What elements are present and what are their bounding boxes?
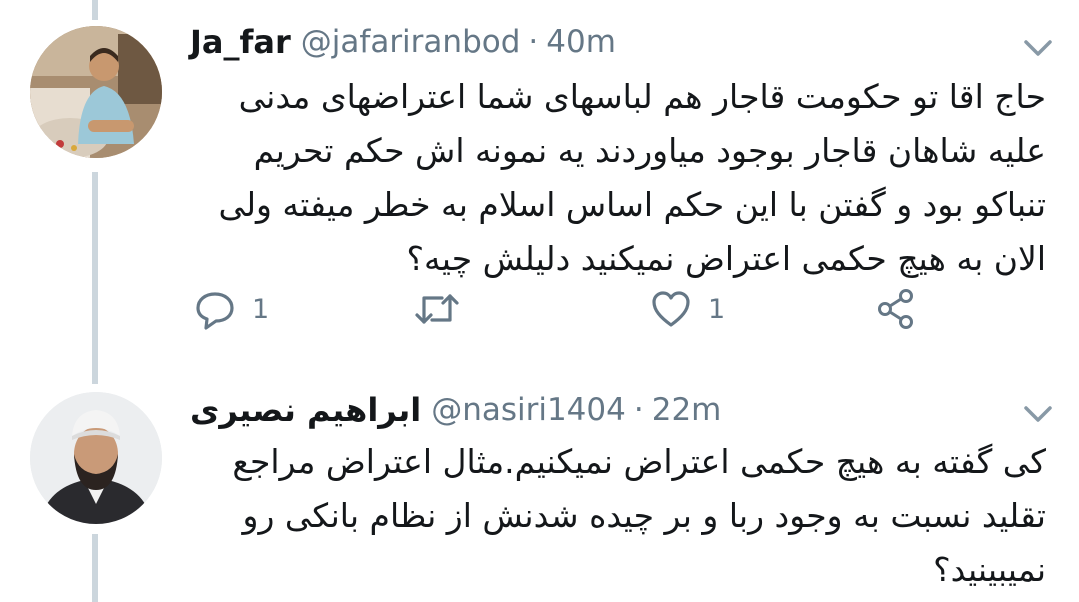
avatar-photo xyxy=(30,26,162,158)
tweet-header: Ja_far @jafariranbod · 40m xyxy=(190,18,616,66)
heart-icon xyxy=(652,291,690,327)
reply-icon xyxy=(196,292,234,330)
author-handle[interactable]: @jafariranbod xyxy=(301,24,521,60)
reply-button[interactable]: 1 xyxy=(194,288,269,330)
author-handle[interactable]: @nasiri1404 xyxy=(431,392,626,428)
author-name[interactable]: ابراهیم نصیری xyxy=(190,391,421,429)
like-button[interactable]: 1 xyxy=(650,288,725,330)
avatar[interactable] xyxy=(30,392,162,524)
timestamp[interactable]: 40m xyxy=(546,24,616,60)
avatar-photo xyxy=(30,392,162,524)
reply-count: 1 xyxy=(252,293,270,325)
tweet-header: ابراهیم نصیری @nasiri1404 · 22m xyxy=(190,386,721,434)
avatar[interactable] xyxy=(30,26,162,158)
timestamp[interactable]: 22m xyxy=(652,392,722,428)
tweet-text: کی گفته به هیچ حکمی اعتراض نمیکنیم.مثال … xyxy=(232,442,1046,589)
retweet-icon xyxy=(415,294,459,324)
author-name[interactable]: Ja_far xyxy=(190,23,291,61)
separator: · xyxy=(633,392,644,428)
chevron-down-icon[interactable] xyxy=(1020,34,1056,62)
share-button[interactable] xyxy=(876,288,918,330)
chevron-down-icon[interactable] xyxy=(1020,400,1056,428)
share-icon xyxy=(878,289,913,329)
thread-line xyxy=(92,172,98,384)
separator: · xyxy=(528,24,539,60)
tweet-text: حاج اقا تو حکومت قاجار هم لباسهای شما اع… xyxy=(218,77,1046,278)
thread-line xyxy=(92,0,98,20)
thread-line xyxy=(92,534,98,602)
retweet-button[interactable] xyxy=(414,288,460,330)
tweet-actions: 1 1 xyxy=(186,288,926,332)
like-count: 1 xyxy=(708,293,726,325)
